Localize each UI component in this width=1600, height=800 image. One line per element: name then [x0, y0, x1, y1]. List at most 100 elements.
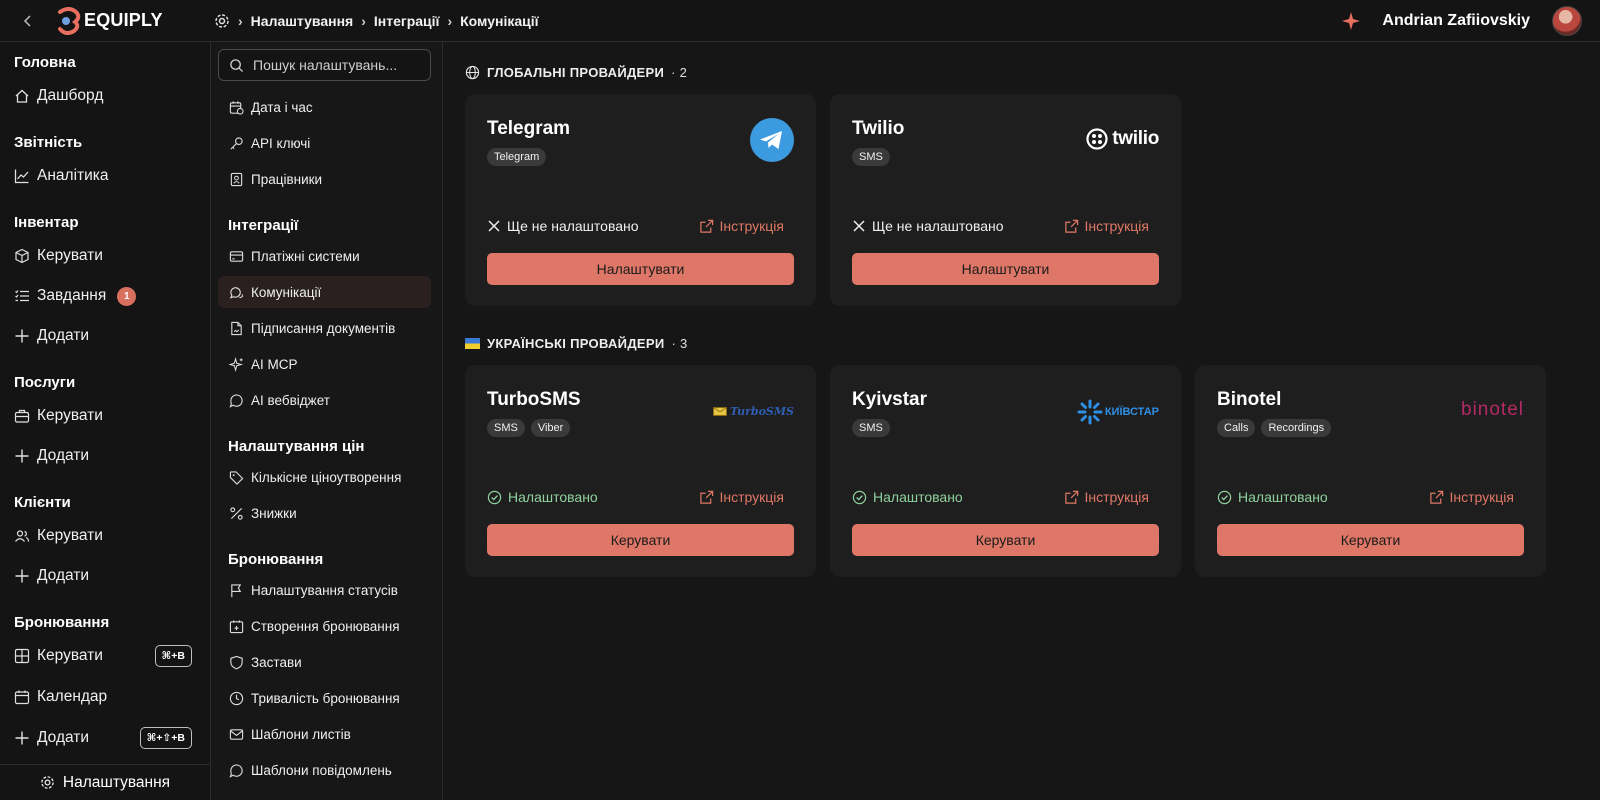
- provider-status-text: Ще не налаштовано: [872, 218, 1004, 234]
- provider-name: Kyivstar: [852, 389, 927, 410]
- settings-item-booking-creation[interactable]: Створення бронювання: [218, 610, 431, 642]
- check-circle-icon: [1217, 490, 1232, 504]
- instruction-link-label: Інструкція: [1449, 489, 1515, 505]
- logo[interactable]: EQUIPLY: [56, 6, 214, 35]
- provider-name: Telegram: [487, 118, 571, 139]
- provider-tag: Recordings: [1261, 419, 1332, 437]
- briefcase-icon: [14, 409, 30, 423]
- sidebar-item-label: Додати: [37, 327, 90, 344]
- provider-status: Налаштовано: [1217, 489, 1328, 505]
- breadcrumb: › Налаштування › Інтеграції › Комунікаці…: [214, 13, 539, 29]
- sidebar-item-inventory-add[interactable]: Додати: [14, 322, 192, 350]
- settings-item-label: Шаблони повідомлень: [251, 762, 392, 778]
- sidebar-item-analytics[interactable]: Аналітика: [14, 162, 192, 190]
- grid-icon: [14, 648, 30, 664]
- provider-card-turbosms: TurboSMS SMS Viber TurboSMS Налаштовано …: [465, 365, 816, 577]
- kyivstar-logo: КИЇВСТАР: [1077, 399, 1159, 425]
- users-icon: [15, 530, 30, 542]
- provider-tags: SMS: [852, 148, 890, 166]
- main-content: ГЛОБАЛЬНІ ПРОВАЙДЕРИ · 2 Telegram Telegr…: [443, 42, 1600, 800]
- provider-name: Binotel: [1217, 389, 1282, 410]
- settings-item-api-keys[interactable]: API ключі: [218, 127, 431, 159]
- settings-item-label: Платіжні системи: [251, 248, 360, 264]
- settings-item-date-time[interactable]: Дата і час: [218, 91, 431, 123]
- top-bar: EQUIPLY › Налаштування › Інтеграції › Ко…: [0, 0, 1600, 42]
- sparkle-icon[interactable]: [1342, 11, 1361, 30]
- envelope-icon: [713, 407, 727, 416]
- settings-item-communications[interactable]: Комунікації: [218, 276, 431, 308]
- sidebar-item-clients-manage[interactable]: Керувати: [14, 522, 192, 550]
- configure-button[interactable]: Налаштувати: [852, 253, 1159, 285]
- provider-tags: Telegram: [487, 148, 547, 166]
- provider-tag: SMS: [852, 419, 890, 437]
- settings-item-deposits[interactable]: Застави: [218, 646, 431, 678]
- settings-item-message-templates[interactable]: Шаблони повідомлень: [218, 754, 431, 786]
- binotel-logo-text: binotel: [1461, 399, 1524, 420]
- instruction-link[interactable]: Інструкція: [1064, 218, 1149, 234]
- search-input[interactable]: Пошук налаштувань...: [218, 49, 431, 81]
- settings-item-label: Кількісне ціноутворення: [251, 469, 402, 485]
- instruction-link[interactable]: Інструкція: [1429, 489, 1515, 505]
- settings-item-label: Знижки: [251, 505, 297, 521]
- chart-line-icon: [14, 169, 29, 184]
- sidebar-item-bookings-add[interactable]: Додати ⌘+⇧+B: [14, 724, 192, 752]
- check-circle-icon: [852, 490, 867, 504]
- instruction-link[interactable]: Інструкція: [699, 218, 784, 234]
- sidebar-item-label: Дашборд: [37, 87, 104, 104]
- sidebar-section-clients: Клієнти: [14, 494, 71, 511]
- plus-icon: [15, 329, 29, 343]
- settings-item-document-signing[interactable]: Підписання документів: [218, 312, 431, 344]
- check-circle-icon: [487, 490, 502, 504]
- provider-tag: Viber: [530, 419, 571, 437]
- settings-section-bookings: Бронювання: [228, 551, 324, 568]
- manage-button[interactable]: Керувати: [1217, 524, 1524, 556]
- settings-item-label: Дата і час: [251, 99, 313, 115]
- settings-item-booking-duration[interactable]: Тривалість бронювання: [218, 682, 431, 714]
- chevron-left-icon: [23, 14, 31, 27]
- settings-item-quantity-pricing[interactable]: Кількісне ціноутворення: [218, 461, 431, 493]
- user-name[interactable]: Andrian Zafiiovskiy: [1382, 12, 1530, 30]
- sidebar-item-bookings-manage[interactable]: Керувати ⌘+B: [14, 642, 192, 670]
- back-button[interactable]: [0, 0, 56, 42]
- sidebar-item-label: Календар: [37, 688, 108, 705]
- provider-tag: Calls: [1217, 419, 1256, 437]
- sidebar-item-inventory-manage[interactable]: Керувати: [14, 242, 192, 270]
- settings-item-ai-mcp[interactable]: AI MCP: [218, 348, 431, 380]
- avatar[interactable]: [1552, 5, 1582, 36]
- settings-section-integrations: Інтеграції: [228, 217, 299, 234]
- sidebar-item-dashboard[interactable]: Дашборд: [14, 82, 192, 110]
- settings-item-discounts[interactable]: Знижки: [218, 497, 431, 529]
- kyivstar-logo-text: КИЇВСТАР: [1104, 406, 1159, 418]
- sidebar-item-calendar[interactable]: Календар: [14, 683, 192, 711]
- chat-bubbles-icon: [229, 286, 244, 299]
- configure-button[interactable]: Налаштувати: [487, 253, 794, 285]
- breadcrumb-item-settings[interactable]: Налаштування: [251, 13, 354, 29]
- provider-status-text: Ще не налаштовано: [507, 218, 639, 234]
- twilio-logo-icon: [1086, 128, 1108, 150]
- manage-button[interactable]: Керувати: [487, 524, 794, 556]
- settings-item-status-settings[interactable]: Налаштування статусів: [218, 574, 431, 606]
- search-placeholder: Пошук налаштувань...: [253, 57, 398, 73]
- breadcrumb-item-integrations[interactable]: Інтеграції: [374, 13, 440, 29]
- sidebar-item-clients-add[interactable]: Додати: [14, 562, 192, 590]
- sidebar-item-services-add[interactable]: Додати: [14, 442, 192, 470]
- settings-item-payment-systems[interactable]: Платіжні системи: [218, 240, 431, 272]
- instruction-link[interactable]: Інструкція: [699, 489, 784, 505]
- plus-icon: [15, 731, 29, 745]
- gear-icon[interactable]: [214, 13, 230, 29]
- manage-button[interactable]: Керувати: [852, 524, 1159, 556]
- flag-icon: [231, 583, 242, 597]
- sidebar-item-tasks[interactable]: Завдання 1: [14, 282, 192, 310]
- settings-item-email-templates[interactable]: Шаблони листів: [218, 718, 431, 750]
- sparkles-icon: [229, 356, 244, 372]
- sidebar-settings-button[interactable]: Налаштування: [0, 764, 210, 800]
- settings-item-ai-widget[interactable]: AI вебвіджет: [218, 384, 431, 416]
- external-link-icon: [1064, 490, 1078, 504]
- instruction-link[interactable]: Інструкція: [1064, 489, 1149, 505]
- sidebar-section-services: Послуги: [14, 374, 76, 391]
- settings-item-employees[interactable]: Працівники: [218, 163, 431, 195]
- sidebar-item-label: Додати: [37, 447, 90, 464]
- chevron-right-icon: ›: [361, 12, 366, 29]
- plus-icon: [15, 569, 29, 583]
- sidebar-item-services-manage[interactable]: Керувати: [14, 402, 192, 430]
